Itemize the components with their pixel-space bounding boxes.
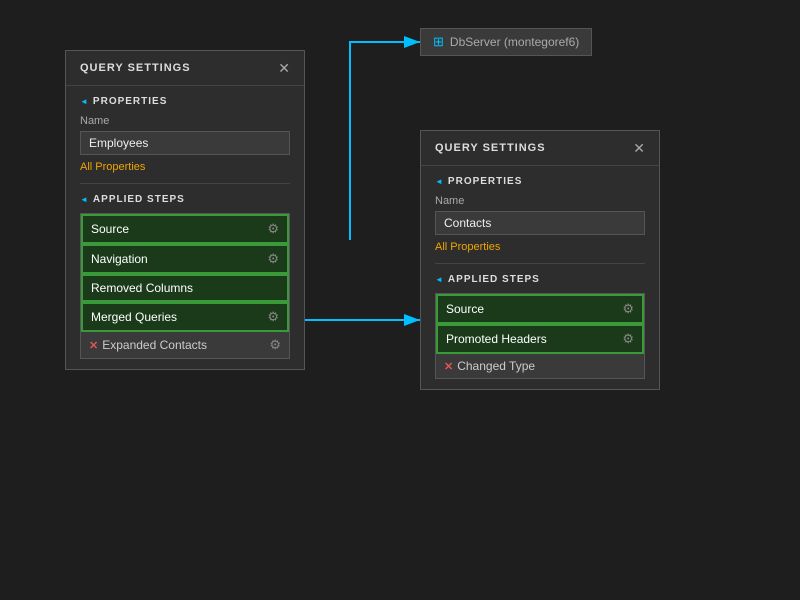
left-divider [80, 183, 290, 184]
right-properties-section-title: PROPERTIES [435, 176, 645, 187]
db-server-box: ⊞ DbServer (montegoref6) [420, 28, 592, 56]
step-label: Source [446, 302, 484, 316]
left-panel-body: PROPERTIES Name All Properties APPLIED S… [66, 86, 304, 369]
right-panel-body: PROPERTIES Name All Properties APPLIED S… [421, 166, 659, 389]
right-steps-list: Source ⚙ Promoted Headers ⚙ ✕ Changed Type [435, 293, 645, 379]
right-panel-title: QUERY SETTINGS [435, 142, 546, 154]
left-step-item-0[interactable]: Source ⚙ [81, 214, 289, 244]
gear-icon[interactable]: ⚙ [622, 331, 634, 347]
gear-icon[interactable]: ⚙ [267, 309, 279, 325]
right-query-settings-panel: QUERY SETTINGS ✕ PROPERTIES Name All Pro… [420, 130, 660, 390]
left-steps-list: Source ⚙ Navigation ⚙ Removed Columns Merged … [80, 213, 290, 359]
step-label: Merged Queries [91, 310, 177, 324]
left-step-item-4[interactable]: ✕ Expanded Contacts ⚙ [81, 332, 289, 358]
gear-icon[interactable]: ⚙ [267, 251, 279, 267]
step-label: Promoted Headers [446, 332, 547, 346]
gear-icon[interactable]: ⚙ [269, 337, 281, 353]
left-all-properties-link[interactable]: All Properties [80, 161, 290, 173]
db-server-label: DbServer (montegoref6) [450, 35, 579, 49]
right-step-item-1[interactable]: Promoted Headers ⚙ [436, 324, 644, 354]
left-properties-section-title: PROPERTIES [80, 96, 290, 107]
left-query-settings-panel: QUERY SETTINGS ✕ PROPERTIES Name All Pro… [65, 50, 305, 370]
right-step-item-2[interactable]: ✕ Changed Type [436, 354, 644, 378]
gear-icon[interactable]: ⚙ [267, 221, 279, 237]
step-label: Source [91, 222, 129, 236]
gear-icon[interactable]: ⚙ [622, 301, 634, 317]
left-name-label: Name [80, 115, 290, 127]
error-icon: ✕ [89, 339, 98, 352]
step-label: Navigation [91, 252, 148, 266]
left-step-item-2[interactable]: Removed Columns [81, 274, 289, 302]
right-all-properties-link[interactable]: All Properties [435, 241, 645, 253]
left-step-item-1[interactable]: Navigation ⚙ [81, 244, 289, 274]
left-applied-steps-title: APPLIED STEPS [80, 194, 290, 205]
left-panel-close-button[interactable]: ✕ [278, 61, 290, 75]
right-name-input[interactable] [435, 211, 645, 235]
arrow-to-dbserver [350, 42, 420, 240]
right-name-label: Name [435, 195, 645, 207]
left-step-item-3[interactable]: Merged Queries ⚙ [81, 302, 289, 332]
left-panel-header: QUERY SETTINGS ✕ [66, 51, 304, 86]
left-name-input[interactable] [80, 131, 290, 155]
right-step-item-0[interactable]: Source ⚙ [436, 294, 644, 324]
error-icon: ✕ [444, 360, 453, 373]
right-applied-steps-title: APPLIED STEPS [435, 274, 645, 285]
db-icon: ⊞ [433, 34, 444, 50]
right-panel-header: QUERY SETTINGS ✕ [421, 131, 659, 166]
right-panel-close-button[interactable]: ✕ [633, 141, 645, 155]
step-label: Changed Type [457, 359, 535, 373]
left-panel-title: QUERY SETTINGS [80, 62, 191, 74]
step-label: Removed Columns [91, 281, 193, 295]
right-divider [435, 263, 645, 264]
step-label: Expanded Contacts [102, 338, 207, 352]
